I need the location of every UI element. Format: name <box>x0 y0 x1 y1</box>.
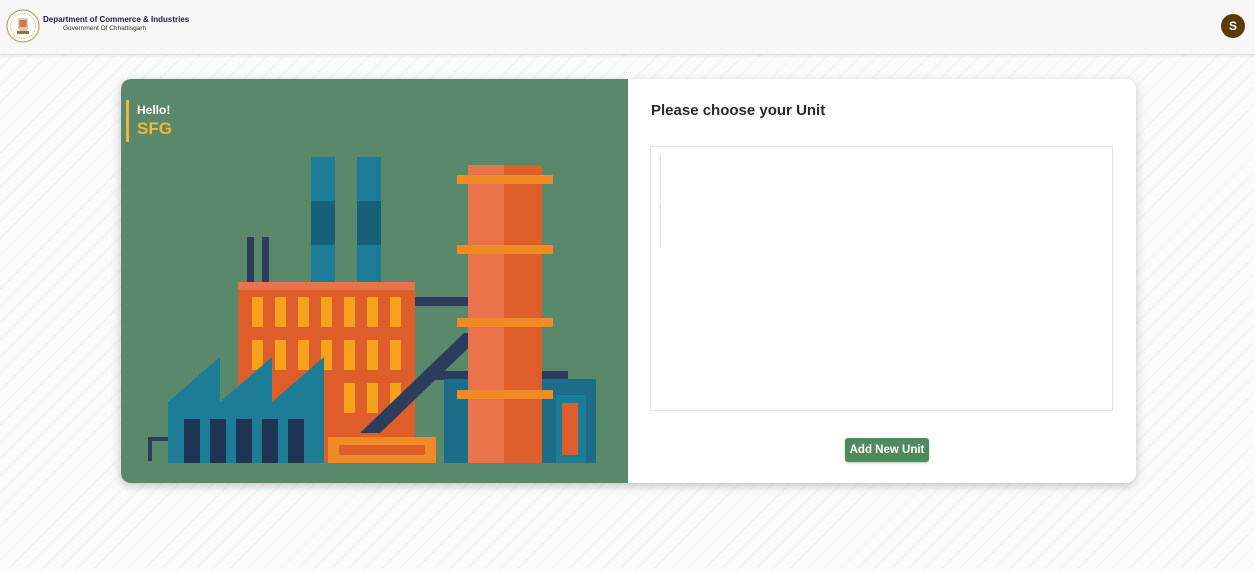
unit-list[interactable] <box>650 146 1113 411</box>
list-item[interactable] <box>660 156 661 200</box>
hello-text: Hello! <box>137 103 171 117</box>
department-title: Department of Commerce & Industries <box>43 15 190 24</box>
welcome-panel: Hello! SFG <box>121 79 628 483</box>
state-emblem-icon <box>6 9 40 43</box>
unit-selection-card: Hello! SFG Please choose your Unit Add N… <box>121 79 1136 483</box>
list-item[interactable] <box>660 204 661 248</box>
factory-illustration <box>148 157 596 463</box>
user-name: SFG <box>137 119 172 138</box>
choose-unit-title: Please choose your Unit <box>651 102 826 119</box>
top-header: Department of Commerce & Industries Gove… <box>0 0 1255 55</box>
unit-panel: Please choose your Unit Add New Unit <box>628 79 1136 483</box>
add-new-unit-button[interactable]: Add New Unit <box>845 438 929 462</box>
greeting-accent-bar <box>126 100 129 142</box>
government-subtitle: Government Of Chhattisgarh <box>63 25 147 32</box>
user-avatar[interactable]: S <box>1221 14 1245 38</box>
